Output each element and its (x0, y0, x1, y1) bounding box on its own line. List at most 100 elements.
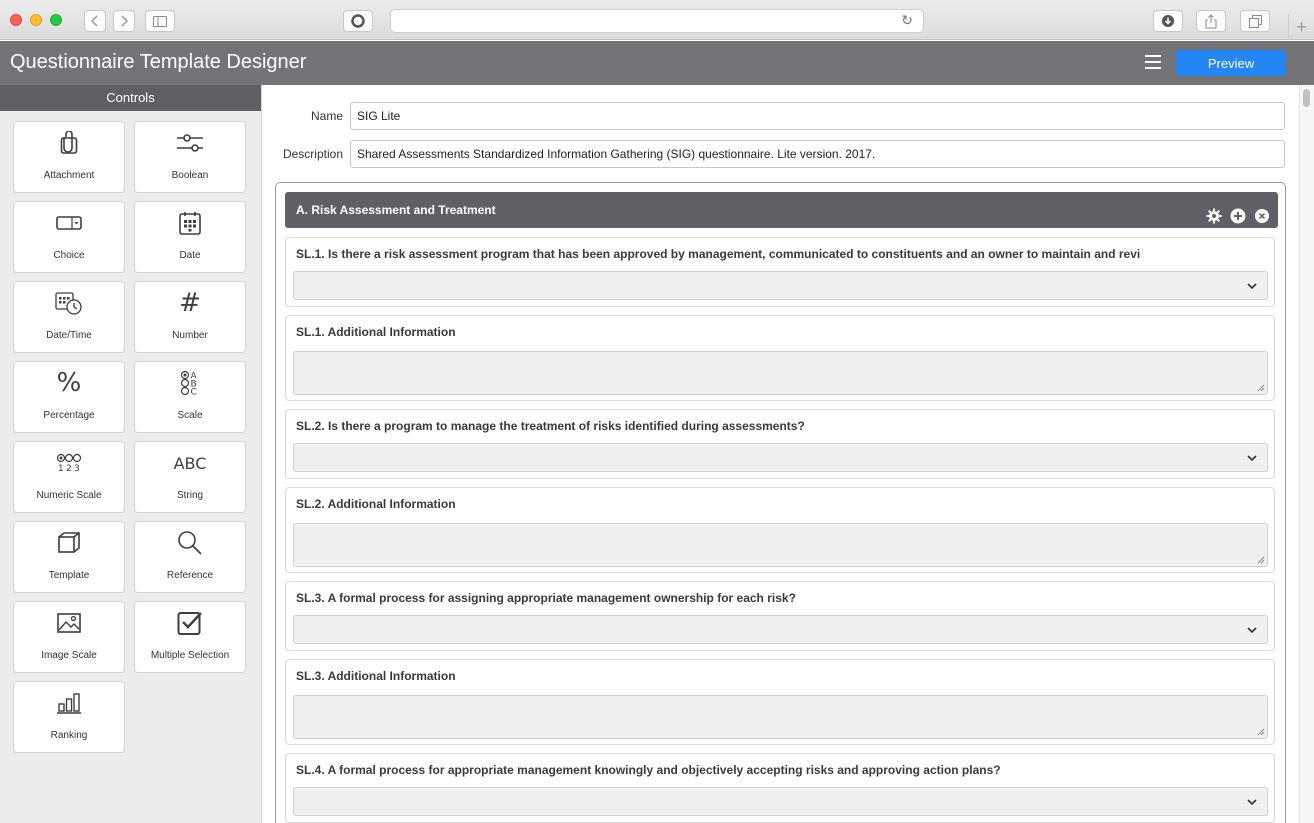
svg-text:3: 3 (74, 464, 80, 474)
tabs-overview-button[interactable] (1240, 10, 1270, 32)
minimize-window-button[interactable] (30, 14, 42, 26)
sidebar-toggle-button[interactable] (145, 10, 175, 32)
control-choice[interactable]: Choice (13, 201, 125, 273)
description-row: Description Shared Assessments Standardi… (263, 140, 1299, 168)
app-title: Questionnaire Template Designer (10, 51, 307, 73)
chevron-down-icon (1247, 799, 1257, 806)
name-field[interactable]: SIG Lite (350, 102, 1285, 130)
additional-info-textarea[interactable] (293, 695, 1268, 739)
scrollbar-thumb[interactable] (1303, 89, 1310, 107)
opera-icon (351, 14, 365, 28)
share-button[interactable] (1196, 10, 1226, 32)
control-percentage[interactable]: % Percentage (13, 361, 125, 433)
description-field[interactable]: Shared Assessments Standardized Informat… (350, 140, 1285, 168)
forward-button[interactable] (113, 10, 135, 32)
close-circle-icon[interactable] (1254, 202, 1270, 223)
control-reference[interactable]: Reference (134, 521, 246, 593)
section-panel: A. Risk Assessment and Treatment SL.1. I… (275, 182, 1286, 823)
resize-handle-icon[interactable] (1257, 728, 1265, 736)
control-label: Attachment (43, 170, 95, 181)
control-label: Image Scale (41, 650, 97, 661)
address-bar[interactable]: ↻ (390, 9, 924, 33)
chevron-down-icon (1247, 627, 1257, 634)
control-attachment[interactable]: Attachment (13, 121, 125, 193)
control-scale[interactable]: ABC Scale (134, 361, 246, 433)
question-label: SL.2. Is there a program to manage the t… (296, 419, 805, 433)
control-string[interactable]: ABC String (134, 441, 246, 513)
additional-info-textarea[interactable] (293, 523, 1268, 567)
chevron-left-icon (91, 15, 98, 27)
control-label: Numeric Scale (36, 490, 102, 501)
designer-canvas: Name SIG Lite Description Shared Assessm… (263, 85, 1299, 823)
download-icon (1162, 15, 1174, 27)
close-window-button[interactable] (10, 14, 22, 26)
control-date-time[interactable]: Date/Time (13, 281, 125, 353)
chevron-down-icon (1247, 455, 1257, 462)
toggle-icon (175, 122, 205, 164)
controls-sidebar: Controls Attachment Boolean Choice Date (0, 85, 262, 823)
new-tab-button[interactable]: + (1288, 14, 1314, 40)
svg-text:2: 2 (66, 464, 72, 474)
question-label: SL.3. A formal process for assigning app… (296, 591, 796, 605)
control-label: Choice (53, 250, 85, 261)
question-card: SL.4. A formal process for appropriate m… (285, 753, 1275, 823)
control-label: Scale (177, 410, 203, 421)
zoom-window-button[interactable] (50, 14, 62, 26)
control-number[interactable]: # Number (134, 281, 246, 353)
control-label: Percentage (43, 410, 95, 421)
question-label: SL.1. Is there a risk assessment program… (296, 247, 1141, 261)
gear-icon[interactable] (1206, 202, 1222, 224)
percent-icon: % (56, 368, 82, 398)
section-title: A. Risk Assessment and Treatment (296, 203, 496, 217)
control-label: Boolean (171, 170, 209, 181)
back-button[interactable] (84, 10, 106, 32)
share-icon (1205, 13, 1217, 28)
question-label: SL.2. Additional Information (296, 497, 456, 511)
question-label: SL.3. Additional Information (296, 669, 456, 683)
question-card: SL.2. Additional Information (285, 487, 1275, 573)
additional-info-textarea[interactable] (293, 351, 1268, 395)
hamburger-menu-icon[interactable] (1145, 55, 1161, 69)
question-card: SL.1. Additional Information (285, 315, 1275, 401)
control-label: String (176, 490, 204, 501)
control-date[interactable]: Date (134, 201, 246, 273)
answer-select[interactable] (293, 787, 1268, 816)
section-actions (1206, 202, 1270, 224)
question-card: SL.3. Additional Information (285, 659, 1275, 745)
extension-button[interactable] (343, 10, 373, 32)
control-multiple-selection[interactable]: Multiple Selection (134, 601, 246, 673)
answer-select[interactable] (293, 271, 1268, 300)
question-card: SL.2. Is there a program to manage the t… (285, 409, 1275, 479)
control-image-scale[interactable]: Image Scale (13, 601, 125, 673)
name-label: Name (310, 109, 343, 123)
sidebar-title: Controls (0, 85, 261, 111)
description-label: Description (282, 147, 343, 161)
control-numeric-scale[interactable]: 123 Numeric Scale (13, 441, 125, 513)
control-template[interactable]: Template (13, 521, 125, 593)
answer-select[interactable] (293, 615, 1268, 644)
answer-select[interactable] (293, 443, 1268, 472)
magnifier-icon (177, 522, 203, 564)
paperclip-icon (60, 122, 78, 164)
reload-icon[interactable]: ↻ (901, 12, 913, 29)
chevron-down-icon (1247, 283, 1257, 290)
downloads-button[interactable] (1153, 10, 1183, 32)
resize-handle-icon[interactable] (1257, 556, 1265, 564)
control-boolean[interactable]: Boolean (134, 121, 246, 193)
control-label: Ranking (50, 730, 88, 741)
name-row: Name SIG Lite (263, 102, 1299, 130)
vertical-scrollbar[interactable] (1299, 85, 1314, 823)
resize-handle-icon[interactable] (1257, 384, 1265, 392)
hash-icon: # (179, 288, 201, 318)
image-icon (57, 602, 81, 644)
control-ranking[interactable]: Ranking (13, 681, 125, 753)
add-circle-icon[interactable] (1230, 202, 1246, 224)
dropdown-icon (56, 202, 82, 244)
bar-chart-icon (57, 682, 81, 724)
sidebar-icon (153, 15, 167, 27)
cube-icon (57, 522, 81, 564)
section-header: A. Risk Assessment and Treatment (285, 192, 1278, 228)
calendar-icon (179, 202, 201, 244)
control-label: Date/Time (46, 330, 92, 341)
preview-button[interactable]: Preview (1176, 50, 1286, 76)
